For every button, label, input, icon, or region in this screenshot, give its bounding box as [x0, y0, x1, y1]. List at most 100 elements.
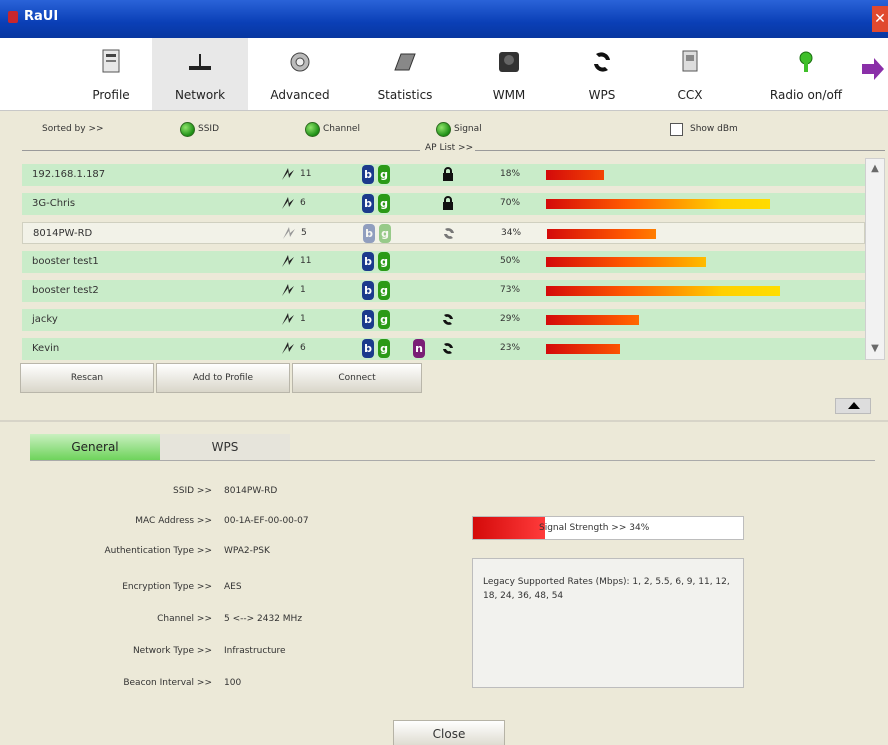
mode-b-icon: b	[363, 224, 375, 243]
ap-signal-percent: 73%	[500, 285, 521, 295]
mode-b-icon: b	[362, 165, 374, 184]
collapse-up-icon	[848, 402, 860, 409]
detail-mac-label: MAC Address >>	[135, 516, 212, 526]
close-button[interactable]: Close	[393, 720, 505, 745]
detail-beacon-label: Beacon Interval >>	[123, 678, 212, 688]
ap-row[interactable]: 192.168.1.187 11 b g 18%	[22, 164, 865, 186]
channel-icon	[282, 168, 294, 180]
connect-button[interactable]: Connect	[292, 363, 422, 393]
signal-strength-fill	[473, 517, 545, 539]
toolbar-advanced[interactable]: Advanced	[258, 38, 342, 110]
sort-ssid-radio[interactable]	[180, 122, 195, 137]
wps-icon	[443, 343, 453, 354]
ap-row[interactable]: booster test1 11 b g 50%	[22, 251, 865, 273]
ap-channel: 11	[300, 169, 312, 179]
wmm-icon	[499, 52, 519, 72]
detail-auth-label: Authentication Type >>	[104, 546, 212, 556]
ap-channel: 6	[300, 198, 306, 208]
ap-ssid: booster test1	[32, 256, 99, 267]
detail-network-type-row: Network Type >> Infrastructure	[0, 646, 460, 662]
toolbar-statistics[interactable]: Statistics	[360, 38, 450, 110]
toolbar-network[interactable]: Network	[152, 38, 248, 110]
mode-g-icon: g	[378, 310, 390, 329]
ap-row[interactable]: 8014PW-RD 5 b g 34%	[22, 222, 865, 244]
toolbar-radio[interactable]: Radio on/off	[758, 38, 854, 110]
wps-icon	[594, 52, 610, 72]
ap-list-scrollbar[interactable]: ▲ ▼	[865, 158, 885, 360]
channel-icon	[282, 284, 294, 296]
rescan-button[interactable]: Rescan	[20, 363, 154, 393]
ap-signal-percent: 29%	[500, 314, 521, 324]
tab-wps[interactable]: WPS	[160, 434, 290, 460]
ap-signal-bar	[546, 257, 706, 267]
toolbar-profile-label: Profile	[92, 88, 130, 102]
aplist-title: AP List >>	[425, 143, 474, 153]
mode-g-icon: g	[378, 165, 390, 184]
toolbar-wps[interactable]: WPS	[572, 38, 632, 110]
toolbar-ccx-label: CCX	[677, 88, 703, 102]
statistics-icon	[394, 53, 416, 71]
window-close-button[interactable]: ✕	[872, 6, 888, 32]
ap-channel: 5	[301, 228, 307, 238]
detail-channel-value: 5 <--> 2432 MHz	[224, 614, 303, 624]
supported-rates-text: Legacy Supported Rates (Mbps): 1, 2, 5.5…	[483, 577, 730, 601]
show-dbm-label: Show dBm	[690, 124, 738, 134]
ap-ssid: 3G-Chris	[32, 198, 76, 209]
ap-signal-bar	[546, 344, 620, 354]
ap-signal-percent: 23%	[500, 343, 521, 353]
app-icon	[8, 11, 18, 23]
toolbar-wmm[interactable]: WMM	[474, 38, 544, 110]
panel-divider	[0, 420, 888, 422]
ap-row[interactable]: jacky 1 b g 29%	[22, 309, 865, 331]
signal-strength-text: Signal Strength >> 34%	[539, 523, 650, 533]
ap-signal-bar	[546, 170, 604, 180]
signal-strength-bar: Signal Strength >> 34%	[472, 516, 744, 540]
ccx-icon	[682, 50, 698, 72]
ap-ssid: booster test2	[32, 285, 99, 296]
toolbar-network-label: Network	[174, 88, 226, 102]
scroll-down-icon[interactable]: ▼	[869, 343, 881, 355]
detail-ssid-label: SSID >>	[173, 486, 212, 496]
toolbar-ccx[interactable]: CCX	[660, 38, 720, 110]
ap-channel: 1	[300, 314, 306, 324]
mode-b-icon: b	[362, 310, 374, 329]
ap-channel: 6	[300, 343, 306, 353]
add-to-profile-button[interactable]: Add to Profile	[156, 363, 290, 393]
detail-mac-row: MAC Address >> 00-1A-EF-00-00-07	[0, 516, 460, 532]
ap-signal-bar	[546, 286, 780, 296]
show-dbm-checkbox[interactable]	[670, 123, 683, 136]
detail-network-type-label: Network Type >>	[132, 646, 212, 656]
toolbar-radio-label: Radio on/off	[769, 88, 843, 102]
detail-encryption-label: Encryption Type >>	[122, 582, 212, 592]
mode-b-icon: b	[362, 281, 374, 300]
collapse-button[interactable]	[835, 398, 871, 414]
ap-ssid: Kevin	[32, 343, 60, 354]
toolbar-profile[interactable]: Profile	[72, 38, 150, 110]
ap-signal-percent: 34%	[501, 228, 522, 238]
arrow-right-icon[interactable]	[860, 56, 886, 82]
ap-row[interactable]: 3G-Chris 6 b g 70%	[22, 193, 865, 215]
mode-b-icon: b	[362, 194, 374, 213]
mode-b-icon: b	[362, 339, 374, 358]
wps-icon	[443, 314, 453, 325]
ap-signal-percent: 50%	[500, 256, 521, 266]
ap-row[interactable]: booster test2 1 b g 73%	[22, 280, 865, 302]
sort-signal-label: Signal	[454, 124, 482, 134]
ap-signal-bar	[546, 315, 639, 325]
ap-ssid: 192.168.1.187	[32, 169, 106, 180]
wps-icon	[444, 228, 454, 239]
network-details: SSID >> 8014PW-RD MAC Address >> 00-1A-E…	[0, 480, 460, 700]
tab-general[interactable]: General	[30, 434, 160, 460]
scroll-up-icon[interactable]: ▲	[869, 163, 881, 175]
title-bar[interactable]: RaUI ✕	[0, 0, 888, 38]
sort-ssid-label: SSID	[198, 124, 220, 134]
ap-row[interactable]: Kevin 6 b g n 23%	[22, 338, 865, 360]
sort-signal-radio[interactable]	[436, 122, 451, 137]
sort-channel-radio[interactable]	[305, 122, 320, 137]
detail-encryption-row: Encryption Type >> AES	[0, 582, 460, 598]
lock-icon	[443, 196, 453, 210]
detail-channel-label: Channel >>	[157, 614, 212, 624]
detail-ssid-row: SSID >> 8014PW-RD	[0, 486, 460, 502]
detail-network-type-value: Infrastructure	[224, 646, 286, 656]
mode-g-icon: g	[378, 252, 390, 271]
